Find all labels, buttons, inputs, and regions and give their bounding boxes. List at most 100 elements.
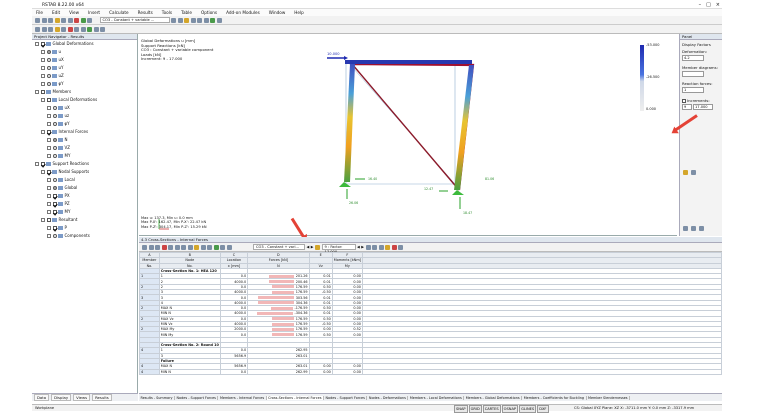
maximize-icon[interactable]: □ [706, 2, 711, 8]
tree-radio[interactable] [52, 234, 57, 238]
tree-item[interactable]: Resultant [32, 216, 137, 224]
tree-radio[interactable] [52, 122, 57, 126]
tree-radio[interactable] [52, 154, 57, 158]
tree-radio[interactable] [52, 186, 57, 190]
expand-icon[interactable] [41, 218, 45, 222]
expand-icon[interactable] [47, 154, 51, 158]
expand-icon[interactable] [41, 170, 45, 174]
expand-icon[interactable] [47, 178, 51, 182]
table-cell[interactable]: 262.99 [247, 368, 310, 375]
tree-item[interactable]: Nodal Supports [32, 168, 137, 176]
open-icon[interactable] [41, 17, 47, 23]
table-icon[interactable] [155, 244, 160, 250]
prev-icon[interactable] [171, 17, 176, 23]
tree-checkbox[interactable] [46, 170, 51, 174]
tree-item[interactable]: uX [32, 104, 137, 112]
snap-icon[interactable] [93, 26, 99, 32]
tree-radio[interactable] [46, 74, 51, 78]
table-tab[interactable]: Members - Local Deformations [408, 395, 465, 400]
expand-icon[interactable] [47, 202, 51, 206]
tree-item[interactable]: Support Reactions [32, 160, 137, 168]
table-icon[interactable] [378, 244, 384, 250]
increment-icon[interactable] [315, 244, 321, 250]
move-icon[interactable] [80, 26, 86, 32]
tree-radio[interactable] [52, 146, 57, 150]
table-cell[interactable]: 0.0 [219, 368, 249, 375]
table-icon[interactable] [385, 244, 391, 250]
load-case-select[interactable]: CO3 - Constant + variable ... [99, 17, 170, 23]
tree-checkbox[interactable] [40, 162, 45, 166]
table-tab[interactable]: Members - Internal Forces [218, 395, 267, 400]
menu-item[interactable]: Add-on Modules [226, 10, 260, 15]
reaction-forces-input[interactable]: 1 [682, 87, 704, 93]
table-icon[interactable] [187, 244, 193, 250]
tree-item[interactable]: N [32, 136, 137, 144]
table-icon[interactable] [207, 244, 212, 250]
redo-icon[interactable] [67, 17, 73, 23]
expand-icon[interactable] [47, 114, 51, 118]
table-icon[interactable] [148, 244, 154, 250]
table-cell[interactable]: MIN N [158, 368, 221, 375]
delete-icon[interactable] [67, 26, 73, 32]
model-view[interactable]: Global Deformations u [mm] Support React… [139, 34, 677, 236]
table-row[interactable]: 4 MIN N 0.0 262.99 0.00 0.00 [139, 368, 723, 375]
table-tab[interactable]: Results - Summary [139, 395, 176, 400]
status-toggle[interactable]: DXF [537, 405, 549, 413]
table-tab[interactable]: Cross-Sections - Internal Forces [266, 395, 324, 400]
increments-input[interactable]: 9 [682, 104, 692, 110]
save-icon[interactable] [48, 17, 53, 23]
tree-radio[interactable] [52, 114, 57, 118]
tree-checkbox[interactable] [52, 226, 57, 230]
navigator-tab[interactable]: Results [92, 394, 112, 401]
menu-item[interactable]: Options [201, 10, 217, 15]
panel-tab-icon[interactable] [683, 226, 688, 231]
dimension-icon[interactable] [100, 26, 105, 32]
menu-item[interactable]: Edit [52, 10, 60, 15]
next-icon[interactable]: ▶ [361, 245, 364, 249]
tree-item[interactable]: Members [32, 88, 137, 96]
expand-icon[interactable] [41, 66, 45, 70]
status-toggle[interactable]: SNAP [454, 405, 468, 413]
next-icon[interactable] [177, 17, 183, 23]
load-icon[interactable] [61, 26, 66, 32]
expand-icon[interactable] [41, 74, 45, 78]
status-toggle[interactable]: CARTES [482, 405, 501, 413]
expand-icon[interactable] [47, 138, 51, 142]
tree-item[interactable]: uY [32, 64, 137, 72]
table-icon[interactable] [365, 244, 371, 250]
reset-icon[interactable] [691, 170, 696, 175]
tree-item[interactable]: Internal Forces [32, 128, 137, 136]
zoom-icon[interactable] [87, 17, 92, 23]
table-icon[interactable] [372, 244, 378, 250]
tree-checkbox[interactable] [40, 42, 45, 46]
navigator-tab[interactable]: Display [51, 394, 72, 401]
tree-item[interactable]: P [32, 224, 137, 232]
menu-item[interactable]: Tools [162, 10, 172, 15]
navigator-tab[interactable]: Data [34, 394, 50, 401]
table-icon[interactable] [194, 244, 199, 250]
menu-item[interactable]: View [69, 10, 79, 15]
table-tab[interactable]: Member Slendernesses [587, 395, 631, 400]
tree-item[interactable]: φY [32, 80, 137, 88]
close-icon[interactable]: × [716, 2, 720, 8]
expand-icon[interactable] [47, 210, 51, 214]
menu-item[interactable]: Insert [88, 10, 100, 15]
tree-item[interactable]: MY [32, 152, 137, 160]
tree-radio[interactable] [52, 106, 57, 110]
next-increment-icon[interactable]: ▶ [311, 245, 314, 249]
print-icon[interactable] [54, 17, 60, 23]
expand-icon[interactable] [47, 186, 51, 190]
tree-item[interactable]: φY [32, 120, 137, 128]
support-icon[interactable] [54, 26, 60, 32]
prev-increment-icon[interactable]: ◀ [307, 245, 310, 249]
menu-item[interactable]: Calculate [109, 10, 129, 15]
table-icon[interactable] [213, 244, 219, 250]
tree-checkbox[interactable] [40, 90, 45, 94]
menu-item[interactable]: Results [138, 10, 153, 15]
table-icon[interactable] [161, 244, 167, 250]
factor-select[interactable]: 9 : Factor: 17.000 [321, 244, 356, 254]
new-icon[interactable] [35, 17, 40, 23]
expand-icon[interactable] [41, 50, 45, 54]
tree-item[interactable]: uz [32, 112, 137, 120]
member-diagrams-input[interactable] [682, 71, 704, 77]
